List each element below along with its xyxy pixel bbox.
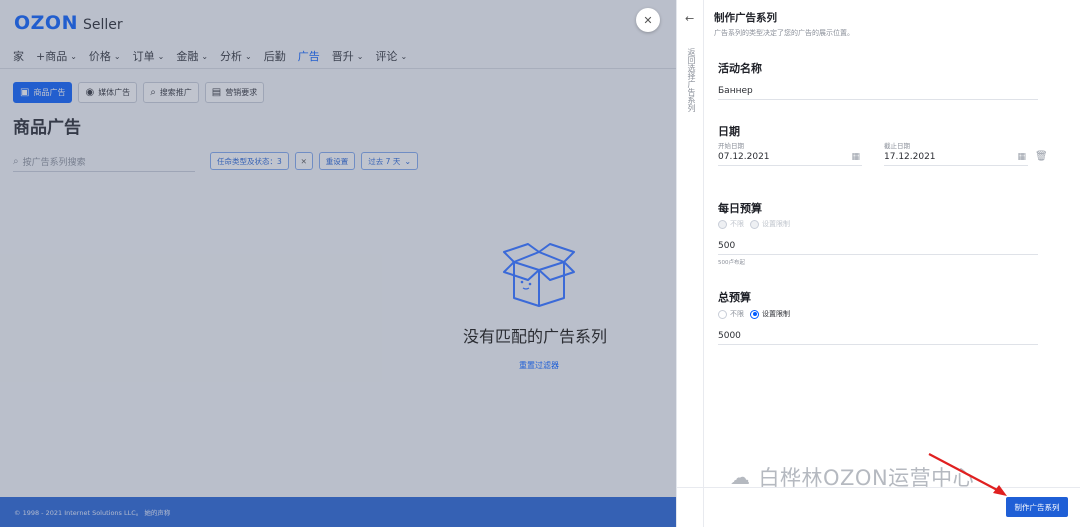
total-budget-value: 5000 xyxy=(718,331,741,341)
daily-budget-field[interactable]: 500 xyxy=(718,233,1038,255)
dates-heading: 日期 xyxy=(718,125,740,138)
back-strip[interactable]: ← 返回选择广告系列 xyxy=(677,0,704,527)
panel-subtitle: 广告系列的类型决定了您的广告的展示位置。 xyxy=(714,29,854,37)
option-label: 不限 xyxy=(730,310,744,318)
radio-icon xyxy=(718,309,727,319)
radio-icon xyxy=(718,219,727,229)
total-budget-options: 不限 设置限制 xyxy=(718,309,790,319)
calendar-icon[interactable]: ▦ xyxy=(1017,152,1026,162)
start-date-field[interactable]: 开始日期 07.12.2021 ▦ xyxy=(718,140,862,166)
daily-budget-hint: 500卢布起 xyxy=(718,260,745,266)
reset-filters-link[interactable]: 重置过滤器 xyxy=(519,360,559,371)
trash-icon[interactable]: 🗑 xyxy=(1035,151,1048,162)
daily-unlimited-option[interactable]: 不限 xyxy=(718,219,744,229)
option-label: 不限 xyxy=(730,220,744,228)
radio-icon xyxy=(750,219,759,229)
wechat-icon: ☁ xyxy=(730,465,751,489)
watermark-text: 白桦林OZON运营中心 xyxy=(758,466,975,490)
panel-title: 制作广告系列 xyxy=(714,12,777,24)
end-date-label: 截止日期 xyxy=(884,142,910,150)
calendar-icon[interactable]: ▦ xyxy=(851,152,860,162)
radio-selected-icon xyxy=(750,309,759,319)
total-unlimited-option[interactable]: 不限 xyxy=(718,309,744,319)
start-date-label: 开始日期 xyxy=(718,142,744,150)
total-set-limit-option[interactable]: 设置限制 xyxy=(750,309,790,319)
campaign-name-field[interactable]: Баннер xyxy=(718,78,1038,100)
back-label: 返回选择广告系列 xyxy=(687,48,696,112)
end-date-field[interactable]: 截止日期 17.12.2021 ▦ xyxy=(884,140,1028,166)
campaign-name-heading: 活动名称 xyxy=(718,62,762,75)
close-icon: ✕ xyxy=(643,13,653,27)
daily-budget-value: 500 xyxy=(718,241,736,251)
watermark: ☁ 白桦林OZON运营中心 xyxy=(730,462,974,492)
create-campaign-button[interactable]: 制作广告系列 xyxy=(1006,497,1068,517)
option-label: 设置限制 xyxy=(762,220,790,228)
close-panel-button[interactable]: ✕ xyxy=(636,8,660,32)
option-label: 设置限制 xyxy=(762,310,790,318)
empty-box-icon xyxy=(503,243,575,307)
start-date-value: 07.12.2021 xyxy=(718,152,770,162)
total-budget-heading: 总预算 xyxy=(718,291,751,304)
end-date-value: 17.12.2021 xyxy=(884,152,936,162)
campaign-name-value: Баннер xyxy=(718,86,753,96)
total-budget-field[interactable]: 5000 xyxy=(718,323,1038,345)
create-campaign-panel: ← 返回选择广告系列 制作广告系列 广告系列的类型决定了您的广告的展示位置。 活… xyxy=(676,0,1080,527)
daily-set-limit-option[interactable]: 设置限制 xyxy=(750,219,790,229)
empty-title: 没有匹配的广告系列 xyxy=(463,327,608,346)
arrow-left-icon[interactable]: ← xyxy=(685,12,694,25)
daily-budget-options: 不限 设置限制 xyxy=(718,219,790,229)
daily-budget-heading: 每日预算 xyxy=(718,202,762,215)
